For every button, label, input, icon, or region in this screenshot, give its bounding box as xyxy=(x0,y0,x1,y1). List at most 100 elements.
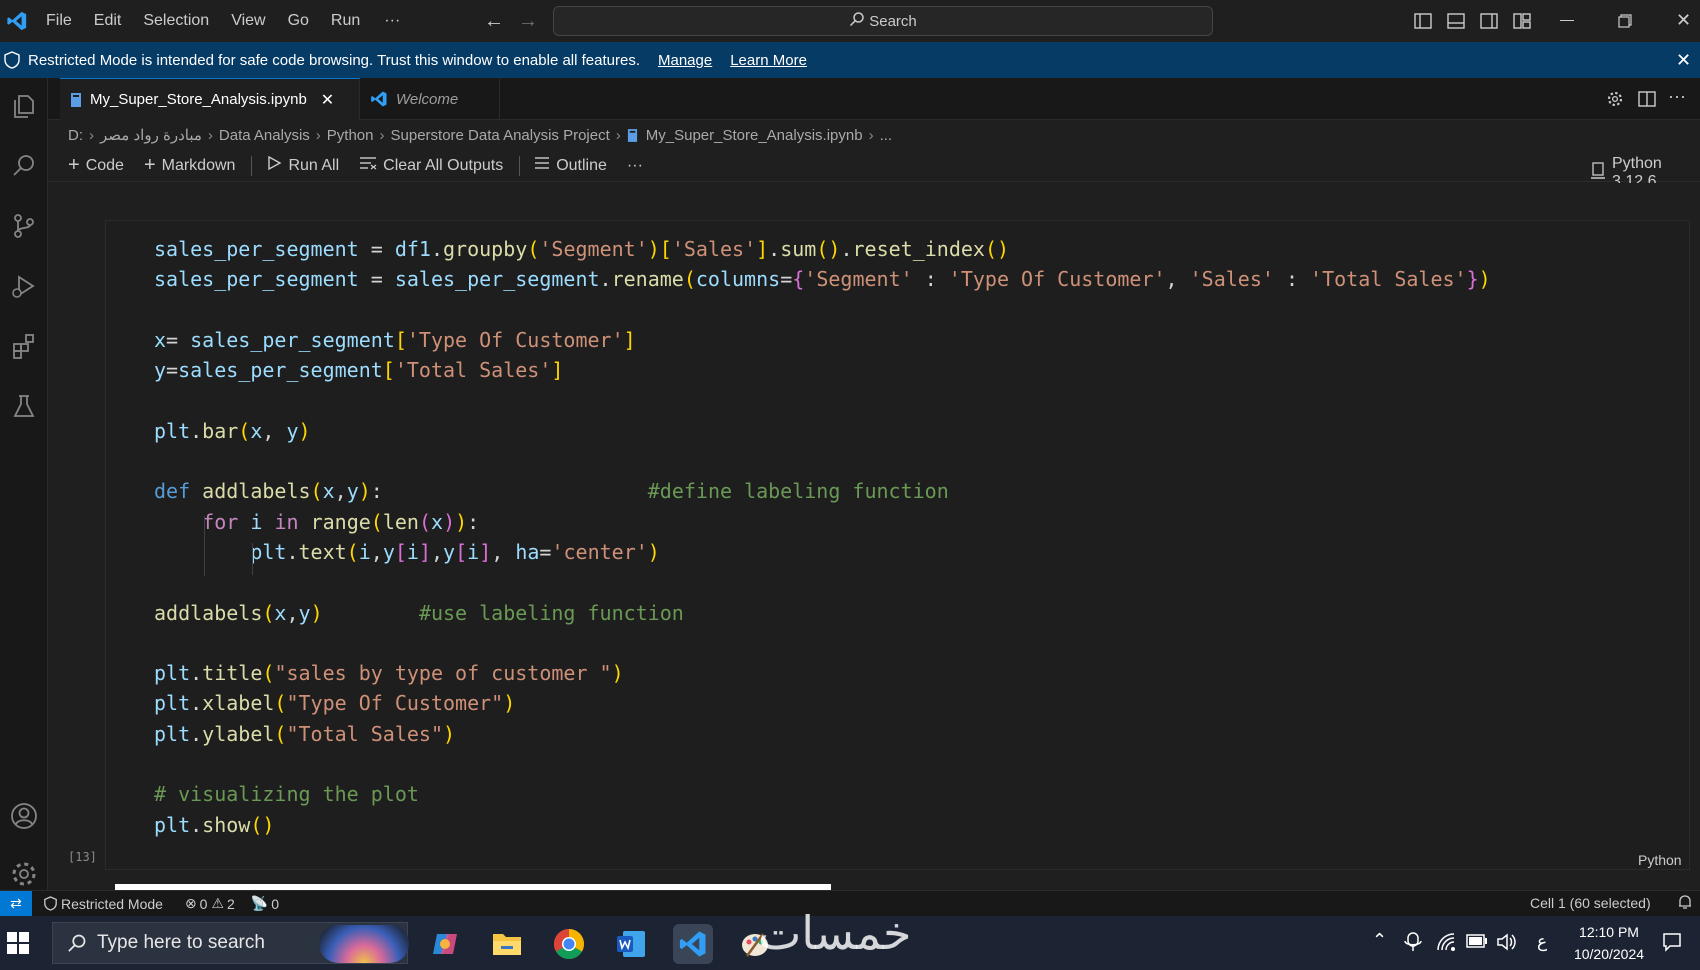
breadcrumb-folder-arabic[interactable]: مبادرة رواد مصر xyxy=(100,126,202,144)
menu-more[interactable]: ··· xyxy=(384,12,400,30)
settings-gear-icon[interactable] xyxy=(1606,90,1624,113)
tab-welcome[interactable]: Welcome xyxy=(360,78,500,120)
restore-icon[interactable] xyxy=(1618,14,1632,33)
vscode-tab-icon xyxy=(370,90,388,108)
extensions-icon[interactable] xyxy=(4,326,44,366)
search-icon xyxy=(67,933,87,953)
source-control-icon[interactable] xyxy=(4,206,44,246)
back-arrow-icon[interactable]: ← xyxy=(484,10,504,33)
explorer-icon[interactable] xyxy=(4,86,44,126)
search-icon xyxy=(849,11,865,31)
toggle-primary-sidebar-icon[interactable] xyxy=(1414,12,1432,35)
breadcrumb-drive[interactable]: D: xyxy=(68,127,83,144)
accounts-icon[interactable] xyxy=(4,796,44,836)
menu-file[interactable]: File xyxy=(46,12,72,30)
run-debug-icon[interactable] xyxy=(4,266,44,306)
tab-label: Welcome xyxy=(396,90,459,108)
search-highlight-image xyxy=(319,925,409,963)
clock-date[interactable]: 10/20/2024 xyxy=(1568,946,1650,962)
clear-all-icon xyxy=(359,156,377,175)
more-actions-icon[interactable]: ··· xyxy=(1668,86,1686,107)
minimize-icon[interactable] xyxy=(1560,20,1574,21)
run-all-label: Run All xyxy=(288,156,340,174)
breadcrumb-more[interactable]: ... xyxy=(880,127,893,144)
file-explorer-app-icon[interactable] xyxy=(487,924,527,964)
windows-start-icon[interactable] xyxy=(7,932,29,959)
menu-edit[interactable]: Edit xyxy=(94,12,122,30)
tab-notebook[interactable]: My_Super_Store_Analysis.ipynb ✕ xyxy=(60,78,360,120)
forward-arrow-icon[interactable]: → xyxy=(518,10,538,33)
add-markdown-button[interactable]: + Markdown xyxy=(144,154,236,177)
close-banner-icon[interactable]: ✕ xyxy=(1676,50,1691,71)
learn-more-link[interactable]: Learn More xyxy=(730,52,807,69)
kernel-icon xyxy=(1590,161,1606,185)
ports-count[interactable]: 0 xyxy=(271,896,279,912)
search-sidebar-icon[interactable] xyxy=(4,146,44,186)
network-icon[interactable] xyxy=(1436,932,1456,957)
add-code-button[interactable]: + Code xyxy=(68,154,124,177)
plus-icon: + xyxy=(143,154,156,176)
toggle-panel-icon[interactable] xyxy=(1447,12,1465,35)
chrome-app-icon[interactable] xyxy=(549,924,589,964)
split-editor-icon[interactable] xyxy=(1638,90,1656,113)
show-hidden-icons-chevron-icon[interactable]: ⌃ xyxy=(1372,930,1387,951)
run-all-button[interactable]: Run All xyxy=(266,155,339,176)
menu-view[interactable]: View xyxy=(231,12,265,30)
indent-guide xyxy=(204,516,205,576)
close-window-icon[interactable]: ✕ xyxy=(1676,10,1691,31)
remote-indicator[interactable]: ⇄ xyxy=(0,890,32,917)
warning-count[interactable]: 2 xyxy=(227,896,235,912)
volume-icon[interactable] xyxy=(1496,932,1516,957)
banner-message: Restricted Mode is intended for safe cod… xyxy=(28,51,640,69)
breadcrumb: D: › مبادرة رواد مصر › Data Analysis › Pyth… xyxy=(48,120,1700,150)
toolbar-more-button[interactable]: ··· xyxy=(627,157,643,175)
clear-all-label: Clear All Outputs xyxy=(383,156,504,174)
list-icon xyxy=(534,156,550,175)
error-count[interactable]: 0 xyxy=(200,896,208,912)
clear-all-outputs-button[interactable]: Clear All Outputs xyxy=(359,156,503,175)
customize-layout-icon[interactable] xyxy=(1513,12,1531,35)
menu-run[interactable]: Run xyxy=(331,12,360,30)
manage-link[interactable]: Manage xyxy=(658,52,712,69)
restricted-mode-status[interactable]: Restricted Mode xyxy=(61,896,163,912)
outline-label: Outline xyxy=(556,156,607,174)
taskbar-search[interactable]: Type here to search xyxy=(52,922,409,964)
toggle-secondary-sidebar-icon[interactable] xyxy=(1480,12,1498,35)
input-language[interactable]: ع xyxy=(1537,932,1547,952)
notifications-bell-icon[interactable] xyxy=(1678,894,1692,913)
add-code-label: Code xyxy=(85,156,124,174)
breadcrumb-project[interactable]: Superstore Data Analysis Project xyxy=(391,127,610,144)
battery-icon[interactable] xyxy=(1466,934,1488,953)
activity-bar xyxy=(0,78,48,890)
cell-selection-info[interactable]: Cell 1 (60 selected) xyxy=(1530,895,1651,911)
vscode-app-icon[interactable] xyxy=(673,924,713,964)
title-bar: File Edit Selection View Go Run ··· ← → … xyxy=(0,0,1700,42)
command-search[interactable]: Search xyxy=(553,6,1213,36)
clock-time[interactable]: 12:10 PM xyxy=(1574,924,1644,940)
code-cell[interactable]: sales_per_segment = df1.groupby('Segment… xyxy=(105,220,1690,870)
notification-center-icon[interactable] xyxy=(1662,932,1682,957)
menu-selection[interactable]: Selection xyxy=(143,12,209,30)
outline-button[interactable]: Outline xyxy=(534,156,607,175)
breadcrumb-file[interactable]: My_Super_Store_Analysis.ipynb xyxy=(646,127,863,144)
copilot-app-icon[interactable] xyxy=(425,924,465,964)
restricted-mode-banner: Restricted Mode is intended for safe cod… xyxy=(0,42,1700,78)
notebook-file-icon xyxy=(70,92,82,108)
cell-language[interactable]: Python xyxy=(1638,852,1682,868)
breadcrumb-data-analysis[interactable]: Data Analysis xyxy=(219,127,310,144)
toolbar-divider xyxy=(251,155,253,176)
close-tab-icon[interactable]: ✕ xyxy=(321,90,334,110)
testing-flask-icon[interactable] xyxy=(4,386,44,426)
menu-go[interactable]: Go xyxy=(288,12,309,30)
shield-icon xyxy=(4,51,20,69)
restricted-shield-icon xyxy=(44,896,57,911)
add-markdown-label: Markdown xyxy=(161,156,236,174)
editor-tabs: My_Super_Store_Analysis.ipynb ✕ Welcome … xyxy=(48,78,1700,120)
code-editor[interactable]: sales_per_segment = df1.groupby('Segment… xyxy=(154,234,1491,840)
word-app-icon[interactable] xyxy=(611,924,651,964)
manage-gear-icon[interactable] xyxy=(4,854,44,894)
breadcrumb-python[interactable]: Python xyxy=(327,127,374,144)
meet-now-icon[interactable] xyxy=(1404,932,1422,957)
toolbar-divider xyxy=(519,155,521,176)
execution-count: [13] xyxy=(68,850,97,864)
